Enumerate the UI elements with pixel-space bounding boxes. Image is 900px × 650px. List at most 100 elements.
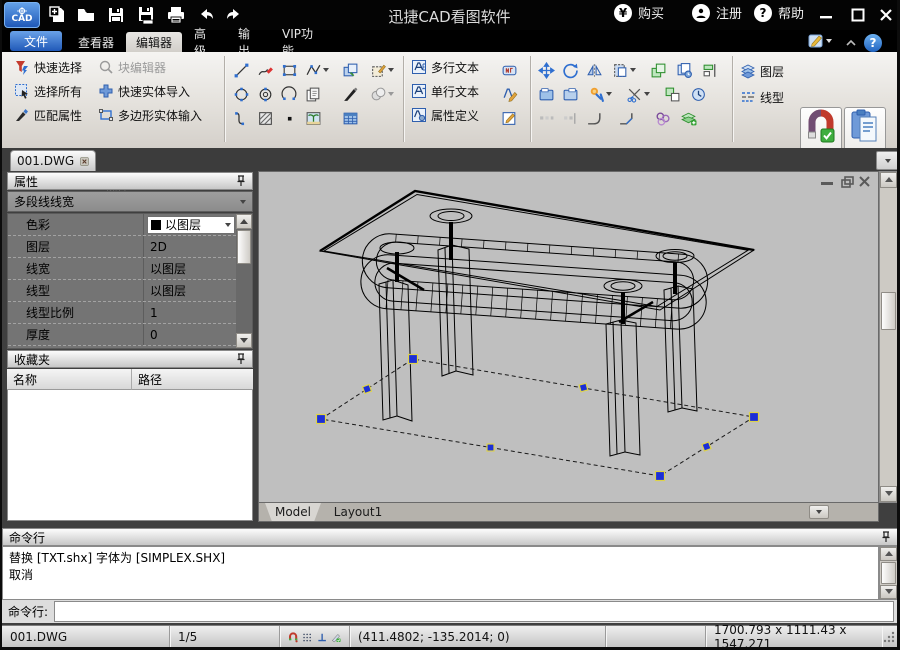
register-button[interactable]: 注册 [692, 3, 742, 22]
donut-tool-button[interactable] [257, 84, 279, 104]
group-objects-button[interactable] [664, 84, 686, 104]
properties-scrollbar[interactable] [236, 214, 252, 348]
region-tool-button[interactable] [654, 108, 676, 128]
property-row-linetype[interactable]: 线型 以图层 [8, 280, 236, 302]
polyline-tool-button[interactable] [305, 60, 335, 80]
buy-button[interactable]: ¥ 购买 [614, 3, 664, 22]
resize-grip[interactable] [882, 630, 896, 644]
insert-block-button[interactable] [342, 60, 364, 80]
tab-editor[interactable]: 编辑器 [126, 32, 182, 52]
quick-select-button[interactable]: 快速选择 [14, 58, 82, 76]
tab-close-icon[interactable] [80, 155, 89, 168]
rect-array-button[interactable] [538, 84, 560, 104]
quick-entity-import-button[interactable]: 快速实体导入 [98, 82, 190, 100]
maximize-button[interactable] [846, 3, 870, 27]
add-layer-button[interactable] [680, 108, 702, 128]
time-tool-button[interactable] [690, 84, 712, 104]
rectangle-tool-button[interactable] [281, 60, 303, 80]
align-tool-button[interactable] [702, 60, 724, 80]
canvas-vertical-scrollbar[interactable] [879, 171, 897, 503]
copy-tool-button[interactable] [650, 60, 672, 80]
ortho-toggle-icon[interactable] [317, 630, 327, 645]
tab-list-dropdown-button[interactable] [876, 151, 897, 170]
polyline-dropdown-caret[interactable] [323, 68, 329, 72]
offset-dropdown-caret[interactable] [630, 68, 636, 72]
erase-dropdown-caret[interactable] [606, 92, 612, 96]
layout-scroll-button[interactable] [809, 505, 829, 519]
rotate-tool-button[interactable] [562, 60, 584, 80]
grid-toggle-icon[interactable] [302, 630, 312, 645]
property-row-thickness[interactable]: 厚度 0 [8, 324, 236, 346]
tab-file[interactable]: 文件 [10, 31, 62, 51]
trim-tool-button[interactable] [626, 84, 656, 104]
line-tool-button[interactable] [233, 60, 255, 80]
properties-pin-icon[interactable] [236, 175, 246, 187]
circle-tool-button[interactable] [233, 84, 255, 104]
mtext-button[interactable]: 多行文本 [411, 58, 479, 76]
snap-toggle-icon[interactable] [288, 630, 298, 645]
boundary-tool-button[interactable] [370, 60, 400, 80]
linetype-button[interactable]: 线型 [740, 88, 784, 106]
property-type-selector[interactable]: 多段线线宽 [7, 191, 253, 212]
tab-advanced[interactable]: 高级 [184, 27, 226, 58]
text-style-button[interactable] [501, 84, 523, 104]
property-row-ltscale[interactable]: 线型比例 1 [8, 302, 236, 324]
offset-tool-button[interactable] [612, 60, 642, 80]
move-tool-button[interactable] [538, 60, 560, 80]
hatch-tool-button[interactable] [257, 108, 279, 128]
mirror-tool-button[interactable] [586, 60, 608, 80]
arc-tool-button[interactable] [281, 84, 303, 104]
property-row-color[interactable]: 色彩 以图层 [8, 214, 236, 236]
help-button[interactable]: ? 帮助 [754, 3, 804, 22]
tab-viewer[interactable]: 查看器 [68, 32, 124, 52]
field-tool-button[interactable] [501, 60, 523, 80]
command-scrollbar[interactable] [879, 546, 897, 600]
drawing-canvas[interactable] [258, 171, 879, 503]
draw-order-toggle-icon[interactable] [331, 630, 341, 645]
tab-output[interactable]: 输出 [228, 27, 270, 58]
match-properties-button[interactable]: 匹配属性 [14, 106, 82, 124]
fillet-tool-button[interactable] [586, 108, 608, 128]
layout1-tab[interactable]: Layout1 [325, 503, 391, 521]
favorites-name-column-header[interactable]: 名称 [7, 369, 132, 390]
sketch-tool-button[interactable] [257, 60, 279, 80]
document-tab[interactable]: 001.DWG [10, 150, 96, 171]
wipeout-tool-button[interactable] [370, 84, 400, 104]
path-array-button[interactable] [562, 84, 584, 104]
erase-tool-button[interactable] [588, 84, 618, 104]
divide-disabled-button[interactable] [562, 108, 584, 128]
minimize-button[interactable] [814, 3, 838, 27]
command-input[interactable] [54, 601, 894, 622]
array-disabled-button[interactable] [538, 108, 560, 128]
property-row-lineweight[interactable]: 线宽 以图层 [8, 258, 236, 280]
copy-object-button[interactable] [305, 84, 327, 104]
block-editor-button[interactable]: 块编辑器 [98, 58, 166, 76]
copy-with-basepoint-button[interactable] [676, 60, 698, 80]
pen-tool-button[interactable] [342, 84, 364, 104]
chamfer-tool-button[interactable] [618, 108, 640, 128]
select-all-button[interactable]: 选择所有 [14, 82, 82, 100]
edit-text-button[interactable] [501, 108, 523, 128]
collapse-ribbon-icon[interactable] [844, 34, 858, 53]
attribute-definition-button[interactable]: 属性定义 [411, 106, 479, 124]
close-button[interactable] [874, 3, 897, 27]
trim-dropdown-caret[interactable] [644, 92, 650, 96]
model-tab[interactable]: Model [265, 503, 321, 521]
favorites-path-column-header[interactable]: 路径 [132, 369, 253, 390]
layers-button[interactable]: 图层 [740, 62, 784, 80]
image-tool-button[interactable] [305, 108, 327, 128]
menu-help-icon[interactable]: ? [864, 32, 882, 52]
boundary-dropdown-caret[interactable] [388, 68, 394, 72]
point-tool-button[interactable] [281, 108, 303, 128]
wipeout-dropdown-caret[interactable] [388, 92, 394, 96]
quick-edit-icon[interactable] [808, 33, 832, 53]
spline-tool-button[interactable] [233, 108, 255, 128]
color-combobox[interactable]: 以图层 [147, 215, 235, 234]
table-tool-button[interactable] [342, 108, 364, 128]
polygon-entity-input-button[interactable]: 多边形实体输入 [98, 106, 202, 124]
favorites-list-body[interactable] [7, 390, 253, 521]
command-history[interactable]: 替换 [TXT.shx] 字体为 [SIMPLEX.SHX] 取消 [2, 546, 879, 600]
favorites-pin-icon[interactable] [236, 353, 246, 365]
command-pin-icon[interactable] [881, 531, 891, 543]
property-row-layer[interactable]: 图层 2D [8, 236, 236, 258]
